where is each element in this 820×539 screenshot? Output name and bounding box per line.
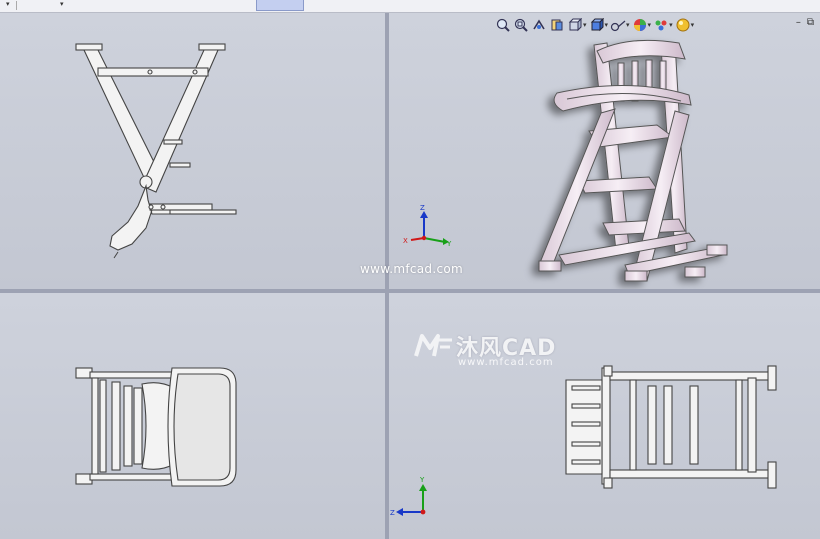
part-foot [603,365,613,377]
part-bottom-rail [609,469,771,479]
part-foot [706,244,728,256]
part-foot [624,270,648,282]
part-spindle [571,441,601,447]
orientation-triad: Z X Y [403,204,452,248]
logo-mark-icon [414,334,452,357]
dropdown-arrow-icon[interactable]: ▾ [6,0,10,8]
part-spindle-row [111,381,121,471]
axis-y-label: Y [446,240,452,248]
front-view-viewport[interactable] [0,13,385,289]
part-pin [192,69,198,75]
part-pin [147,69,153,75]
top-view-viewport[interactable] [0,293,385,539]
part-spindle [571,421,601,427]
toolbar-divider [16,1,17,10]
part-cross-member [647,385,657,465]
part-foot [538,260,562,272]
part-footrest-lower [169,209,237,215]
watermark-url: www.mfcad.com [360,262,463,276]
axis-x-label: X [403,237,408,245]
part-cross-member [663,385,673,465]
part-foot [603,477,613,489]
part-spindle [571,385,601,391]
part-top-cap-left [75,43,103,51]
axis-z-label: Z [420,204,425,212]
part-tray-inner [173,373,231,481]
part-pin [148,204,154,210]
front-view-drawing [75,43,237,259]
command-toolbar: ▾ ▾ [0,0,820,13]
part-cross-bar [97,67,209,77]
part-lower-body [109,183,233,251]
isometric-view-viewport[interactable]: ▾ ▾ ▾ ▾ ▾ ▾ – ⧉ Z X Y [389,13,820,289]
part-edge [113,251,119,259]
dropdown-arrow-icon[interactable]: ▾ [60,0,64,8]
part-step-upper [578,176,658,194]
part-footrest [149,203,213,211]
part-peg [169,162,191,168]
part-foot [767,365,777,391]
axis-z-label: Z [390,509,395,517]
vertical-splitter[interactable] [385,13,389,539]
part-back-post [601,367,611,485]
top-view-drawing [75,367,237,487]
part-side-rail [91,377,99,475]
part-top-cap-right [198,43,226,51]
axis-y-label: Y [419,476,425,484]
part-cross-member [629,379,637,471]
part-cross-member [735,379,743,471]
part-cross-member [689,385,699,465]
part-peg [163,139,183,145]
part-rail-top [89,371,173,379]
part-top-rail [609,371,771,381]
part-foot [767,461,777,489]
part-pin [160,204,166,210]
part-front-post [747,377,757,473]
logo-url: www.mfcad.com [458,357,554,368]
part-spindle [571,403,601,409]
part-rail-bottom [89,473,173,481]
part-spindle [571,459,601,465]
part-spindle-row [133,387,143,465]
part-foot [684,266,706,278]
part-spindle-row [123,385,133,467]
orientation-triad: Y Z [390,476,427,517]
horizontal-splitter[interactable] [0,289,820,293]
active-tab[interactable] [256,0,304,11]
part-side-rail [99,379,107,473]
isometric-chair-drawing: Z X Y [403,39,728,282]
